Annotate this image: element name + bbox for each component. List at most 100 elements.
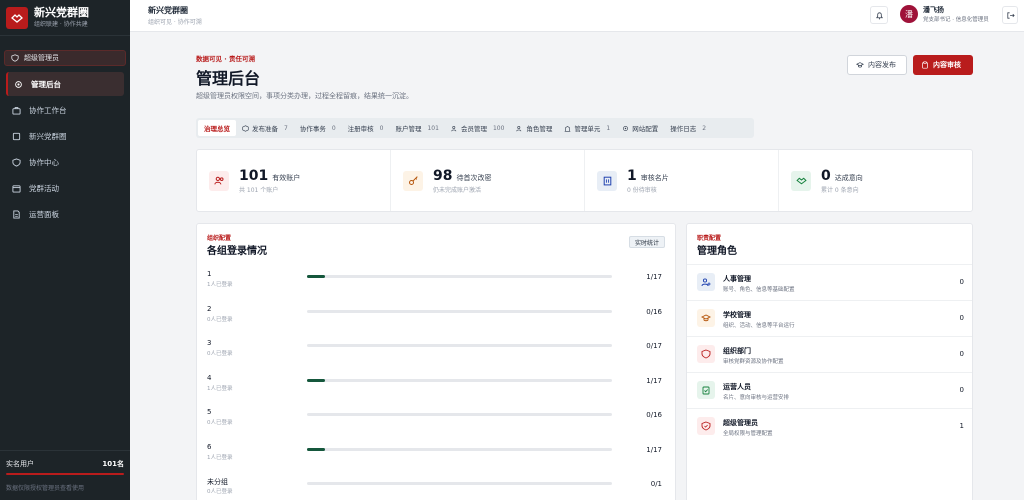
sidebar-nav: 管理后台 协作工作台 新兴党群圈 协作中心 党群活动 运营面板 xyxy=(0,72,130,226)
panel-eyebrow: 职责配置 xyxy=(697,235,722,242)
publish-content-label: 内容发布 xyxy=(868,61,896,69)
graduation-icon xyxy=(697,309,715,327)
sidebar-item-workbench[interactable]: 协作工作台 xyxy=(6,98,124,122)
group-logged-in: 0人已登录 xyxy=(207,351,233,357)
users-icon xyxy=(451,125,457,131)
tab-account-management[interactable]: 账户管理 101 xyxy=(389,120,444,136)
stat-sub: 仍未完成账户激活 xyxy=(433,186,482,194)
gear-icon xyxy=(623,125,629,131)
verified-users-label: 实名用户 xyxy=(6,460,34,468)
login-progress-fill xyxy=(307,275,325,278)
tab-label: 注册审核 xyxy=(347,125,374,133)
group-logged-in: 1人已登录 xyxy=(207,282,233,288)
review-content-button[interactable]: 内容审核 xyxy=(913,55,973,75)
tab-overview[interactable]: 治理总览 xyxy=(198,120,236,136)
group-login-row: 2 0人已登录 0/16 xyxy=(207,305,667,335)
group-name: 4 xyxy=(207,373,212,382)
login-progress-fill xyxy=(307,447,325,451)
brand[interactable]: 新兴党群圈 组织联建 · 协作共建 xyxy=(0,0,130,36)
page-eyebrow: 数据可见 · 责任可溯 xyxy=(196,55,255,63)
sidebar-item-activity[interactable]: 党群活动 xyxy=(6,176,124,200)
group-login-count: 1/17 xyxy=(646,273,662,281)
tab-collab-affairs[interactable]: 协作事务 0 xyxy=(294,120,342,136)
stat-sub: 累计 0 条意向 xyxy=(821,186,859,194)
tab-registration-review[interactable]: 注册审核 0 xyxy=(342,120,390,136)
group-login-count: 0/16 xyxy=(646,411,662,419)
role-count: 0 xyxy=(959,278,964,286)
group-name: 3 xyxy=(207,339,212,347)
admin-tabs: 治理总览 发布准备 7 协作事务 0 注册审核 0 账户管理 101 会员管理 100 角… xyxy=(196,118,754,138)
group-logged-in: 1人已登录 xyxy=(207,385,233,392)
tab-site-config[interactable]: 网站配置 xyxy=(616,120,664,136)
handshake-icon xyxy=(791,170,811,191)
panel-title: 各组登录情况 xyxy=(207,246,267,257)
group-logged-in: 1人已登录 xyxy=(207,454,233,461)
role-row[interactable]: 人事管理 账号、角色、信息等基础配置 0 xyxy=(687,264,972,300)
topbar-subtitle: 组织可见 · 协作可溯 xyxy=(148,19,202,26)
role-row[interactable]: 学校管理 组织、活动、信息等平台运行 0 xyxy=(687,300,972,336)
role-desc: 账号、角色、信息等基础配置 xyxy=(723,287,795,293)
role-name: 超级管理员 xyxy=(723,419,758,427)
sidebar-item-label: 新兴党群圈 xyxy=(29,131,67,141)
sidebar-item-label: 协作工作台 xyxy=(29,105,67,115)
shield-icon xyxy=(11,54,19,62)
verified-users-bar xyxy=(6,473,124,475)
role-row[interactable]: 超级管理员 全局权限与管理配置 1 xyxy=(687,408,972,444)
brand-title: 新兴党群圈 xyxy=(34,5,89,19)
tab-label: 会员管理 xyxy=(460,125,487,133)
role-row[interactable]: 运营人员 名片、意向审核与运营安排 0 xyxy=(687,372,972,408)
group-login-count: 1/17 xyxy=(646,376,662,385)
tab-operation-log[interactable]: 操作日志 2 xyxy=(664,120,712,136)
user-menu[interactable]: 潘 潘飞扬 党支部书记 · 信息化管理员 xyxy=(900,5,989,23)
group-login-row: 5 0人已登录 0/16 xyxy=(207,408,667,438)
login-progress-fill xyxy=(307,378,325,382)
role-count: 0 xyxy=(959,386,964,394)
role-row[interactable]: 组织部门 审核党群资源及协作配置 0 xyxy=(687,336,972,372)
tab-label: 账户管理 xyxy=(395,125,422,133)
clipboard-icon xyxy=(697,381,715,399)
bell-icon xyxy=(875,11,883,19)
square-icon xyxy=(12,132,21,140)
stat-number: 101 xyxy=(239,167,269,184)
stat-pending-password: 98 待首次改密 仍未完成账户激活 xyxy=(391,150,585,211)
group-login-row: 未分组 0人已登录 0/1 xyxy=(207,477,667,500)
stat-sub: 0 份待审核 xyxy=(627,186,657,194)
group-login-count: 0/16 xyxy=(646,307,662,316)
stat-review-cards: 1 审核名片 0 份待审核 xyxy=(585,150,779,211)
stat-number: 98 xyxy=(433,167,453,184)
stat-label: 待首次改密 xyxy=(456,173,492,182)
group-name: 2 xyxy=(207,304,212,313)
tab-member-management[interactable]: 会员管理 100 xyxy=(445,120,510,136)
publish-content-button[interactable]: 内容发布 xyxy=(847,55,907,75)
tab-role-management[interactable]: 角色管理 xyxy=(510,120,558,136)
group-name: 未分组 xyxy=(207,478,228,486)
panel-title: 管理角色 xyxy=(697,246,737,257)
role-desc: 名片、意向审核与运营安排 xyxy=(723,395,790,401)
group-logged-in: 0人已登录 xyxy=(207,489,233,495)
role-tag: 超级管理员 xyxy=(4,50,126,66)
tab-label: 治理总览 xyxy=(204,125,230,133)
sidebar-item-admin[interactable]: 管理后台 xyxy=(6,72,124,96)
role-desc: 组织、活动、信息等平台运行 xyxy=(723,323,795,329)
tab-publish-prep[interactable]: 发布准备 7 xyxy=(236,120,294,136)
topbar-title: 新兴党群圈 xyxy=(148,6,188,15)
group-login-row: 3 0人已登录 0/17 xyxy=(207,339,667,369)
sidebar-note: 数据仅限授权管理员查看使用 xyxy=(6,485,85,492)
group-logged-in: 0人已登录 xyxy=(207,316,233,323)
login-progress-bar xyxy=(307,378,612,382)
sidebar-item-ops[interactable]: 运营面板 xyxy=(6,202,124,226)
graduation-icon xyxy=(856,62,864,68)
key-icon xyxy=(403,170,423,191)
shield-check-icon xyxy=(697,417,715,435)
user-gear-icon xyxy=(697,273,715,291)
tab-count: 2 xyxy=(702,124,707,132)
notification-button[interactable] xyxy=(870,6,888,24)
user-name: 潘飞扬 xyxy=(923,6,944,14)
logout-button[interactable] xyxy=(1002,6,1018,24)
stats-bar: 101 有效账户 共 101 个账户 98 待首次改密 仍未完成账户激活 1 审核名片… xyxy=(196,149,973,212)
login-progress-bar xyxy=(307,344,612,347)
sidebar-item-collab[interactable]: 协作中心 xyxy=(6,150,124,174)
login-progress-bar xyxy=(307,275,612,278)
sidebar-item-circle[interactable]: 新兴党群圈 xyxy=(6,124,124,148)
tab-management-units[interactable]: 管理单元 1 xyxy=(558,120,616,136)
